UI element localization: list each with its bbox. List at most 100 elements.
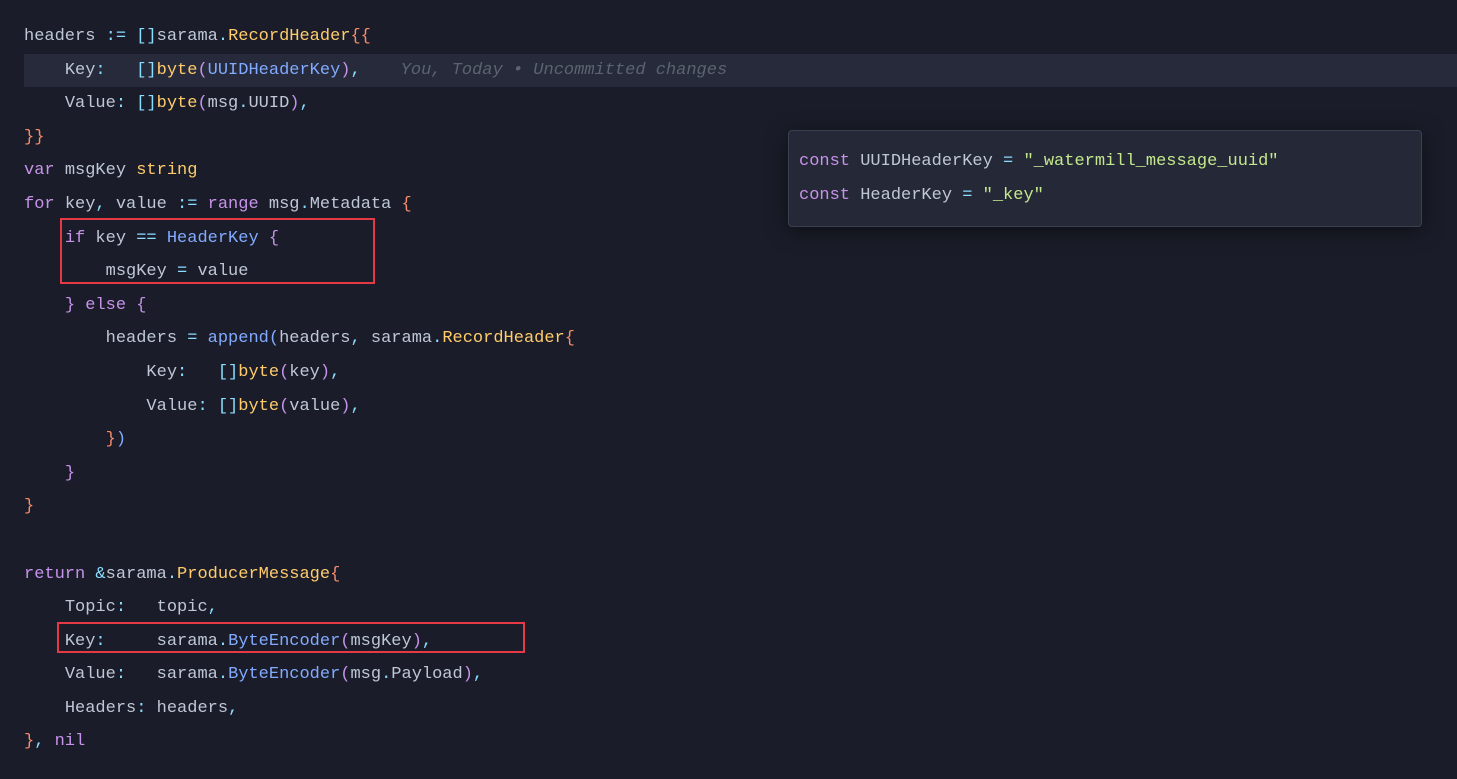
code-line[interactable]: Value: []byte(value), (24, 390, 1457, 424)
code-line[interactable]: }) (24, 423, 1457, 457)
code-line[interactable]: }, nil (24, 725, 1457, 759)
code-line[interactable]: return &sarama.ProducerMessage{ (24, 558, 1457, 592)
token: if (65, 229, 85, 248)
token: key (95, 229, 136, 248)
token: {{ (350, 27, 370, 46)
token: , (422, 632, 432, 651)
space (187, 262, 197, 281)
token: : (116, 598, 157, 617)
token: : (95, 632, 156, 651)
popup-code-line: const UUIDHeaderKey = "_watermill_messag… (799, 145, 1411, 179)
token: [] (136, 94, 156, 113)
code-line[interactable]: headers := []sarama.RecordHeader{{ (24, 20, 1457, 54)
token: } (24, 732, 34, 751)
token: msg (208, 94, 239, 113)
token: . (238, 94, 248, 113)
space (972, 186, 982, 205)
space (391, 195, 401, 214)
token: byte (238, 363, 279, 382)
token: ) (412, 632, 422, 651)
token: msgKey (65, 161, 136, 180)
code-line[interactable]: Value: []byte(msg.UUID), (24, 87, 1457, 121)
space (55, 161, 65, 180)
token: [] (218, 363, 238, 382)
token: ( (279, 397, 289, 416)
code-line[interactable]: } else { (24, 289, 1457, 323)
indent (24, 229, 65, 248)
token: ( (197, 94, 207, 113)
token: [] (126, 27, 157, 46)
token: headers (279, 329, 350, 348)
token: := (177, 195, 197, 214)
token: topic (157, 598, 208, 617)
token: msg (350, 665, 381, 684)
indent (24, 363, 146, 382)
token: append (208, 329, 269, 348)
indent (24, 632, 65, 651)
token: ( (340, 632, 350, 651)
token: Value (65, 94, 116, 113)
token: , (330, 363, 340, 382)
token: : (116, 665, 157, 684)
token: msgKey (106, 262, 177, 281)
token: . (218, 665, 228, 684)
token: { (565, 329, 575, 348)
code-line-empty[interactable] (24, 524, 1457, 558)
token: , (299, 94, 309, 113)
token: : (177, 363, 218, 382)
token: ( (340, 665, 350, 684)
token: ) (340, 61, 350, 80)
code-line[interactable]: Key: sarama.ByteEncoder(msgKey), (24, 625, 1457, 659)
token: range (208, 195, 259, 214)
token: & (95, 565, 105, 584)
code-line[interactable]: } (24, 490, 1457, 524)
token: . (218, 632, 228, 651)
token: msgKey (350, 632, 411, 651)
token: return (24, 565, 85, 584)
token: var (24, 161, 55, 180)
code-line[interactable]: msgKey = value (24, 255, 1457, 289)
token: , (350, 397, 360, 416)
token: ByteEncoder (228, 632, 340, 651)
code-line[interactable]: } (24, 457, 1457, 491)
token: { (136, 296, 146, 315)
token: HeaderKey (167, 229, 259, 248)
token: value (116, 195, 177, 214)
space (197, 195, 207, 214)
token: [] (136, 61, 156, 80)
code-editor[interactable]: headers := []sarama.RecordHeader{{ Key: … (0, 0, 1457, 779)
definition-popup[interactable]: const UUIDHeaderKey = "_watermill_messag… (788, 130, 1422, 227)
code-line[interactable]: Topic: topic, (24, 591, 1457, 625)
token: HeaderKey (860, 186, 962, 205)
token: string (136, 161, 197, 180)
indent (24, 329, 106, 348)
indent (24, 598, 65, 617)
code-line[interactable]: Value: sarama.ByteEncoder(msg.Payload), (24, 658, 1457, 692)
token: , (350, 61, 360, 80)
token: Metadata (310, 195, 392, 214)
code-line[interactable]: Headers: headers, (24, 692, 1457, 726)
token: ( (279, 363, 289, 382)
space (85, 229, 95, 248)
token: , (473, 665, 483, 684)
space (259, 195, 269, 214)
token: : (116, 94, 136, 113)
indent (24, 61, 65, 80)
space (850, 186, 860, 205)
token: headers (106, 329, 188, 348)
code-line[interactable]: Key: []byte(key), (24, 356, 1457, 390)
space (126, 296, 136, 315)
git-blame-annotation: You, Today • Uncommitted changes (401, 61, 727, 80)
token: RecordHeader (442, 329, 564, 348)
token: { (330, 565, 340, 584)
token: ( (197, 61, 207, 80)
token: = (1003, 152, 1013, 171)
token: sarama (157, 27, 218, 46)
code-line[interactable]: headers = append(headers, sarama.RecordH… (24, 322, 1457, 356)
space (259, 229, 269, 248)
token: else (85, 296, 126, 315)
indent (24, 296, 65, 315)
code-line-highlighted[interactable]: Key: []byte(UUIDHeaderKey),You, Today • … (24, 54, 1457, 88)
token: , (34, 732, 54, 751)
indent (24, 699, 65, 718)
